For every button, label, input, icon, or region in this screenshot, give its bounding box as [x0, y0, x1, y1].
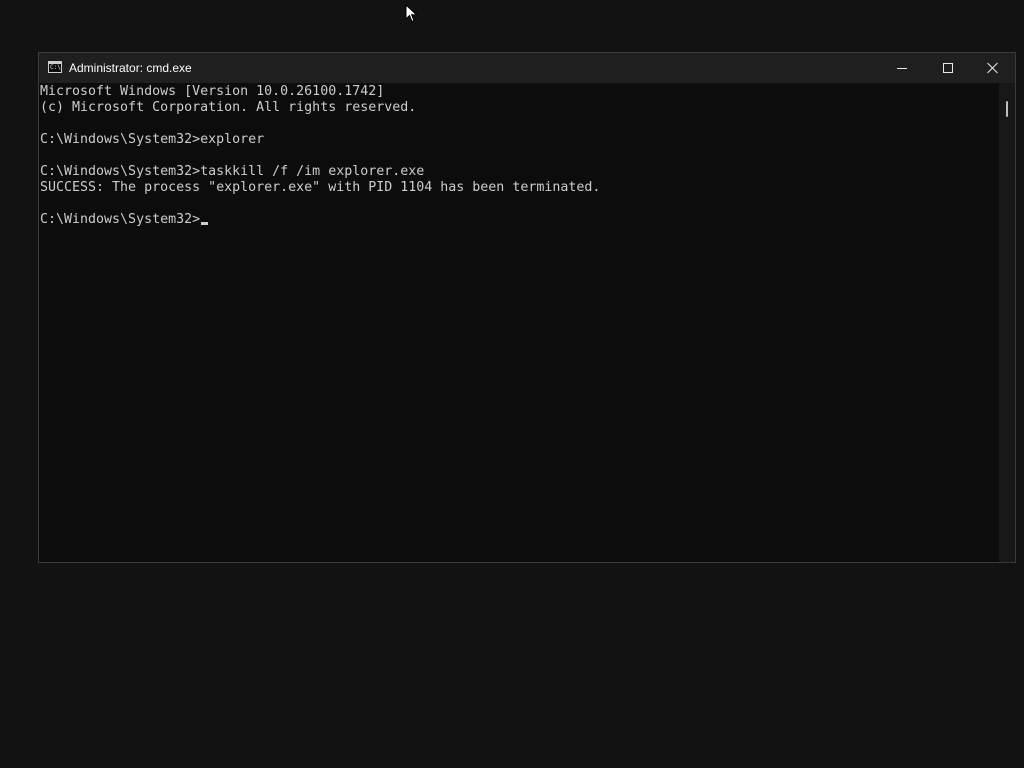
- console-icon[interactable]: C:\: [48, 61, 62, 73]
- vertical-scrollbar[interactable]: [999, 83, 1015, 562]
- title-bar[interactable]: C:\ Administrator: cmd.exe: [39, 53, 1015, 83]
- console-line: Microsoft Windows [Version 10.0.26100.17…: [40, 84, 385, 99]
- maximize-icon: [943, 63, 953, 73]
- console-line: C:\Windows\System32>explorer: [40, 132, 265, 147]
- desktop: C:\ Administrator: cmd.exe Microsoft Win…: [0, 0, 1024, 768]
- scrollbar-thumb[interactable]: [1006, 101, 1008, 117]
- prompt-line[interactable]: C:\Windows\System32>: [40, 212, 209, 228]
- console-output[interactable]: Microsoft Windows [Version 10.0.26100.17…: [39, 83, 999, 562]
- mouse-pointer-icon: [405, 3, 419, 24]
- minimize-button[interactable]: [879, 53, 925, 83]
- window-title: Administrator: cmd.exe: [69, 61, 192, 75]
- minimize-icon: [897, 67, 907, 69]
- console-line: SUCCESS: The process "explorer.exe" with…: [40, 180, 601, 195]
- console-line: (c) Microsoft Corporation. All rights re…: [40, 100, 417, 115]
- console-line: C:\Windows\System32>taskkill /f /im expl…: [40, 164, 425, 179]
- close-icon: [987, 62, 999, 74]
- prompt-text: C:\Windows\System32>: [40, 212, 201, 227]
- close-button[interactable]: [970, 53, 1016, 83]
- text-cursor: [201, 222, 209, 225]
- cmd-window[interactable]: C:\ Administrator: cmd.exe Microsoft Win…: [38, 52, 1016, 563]
- console-icon-text: C:\: [50, 64, 61, 71]
- maximize-button[interactable]: [925, 53, 971, 83]
